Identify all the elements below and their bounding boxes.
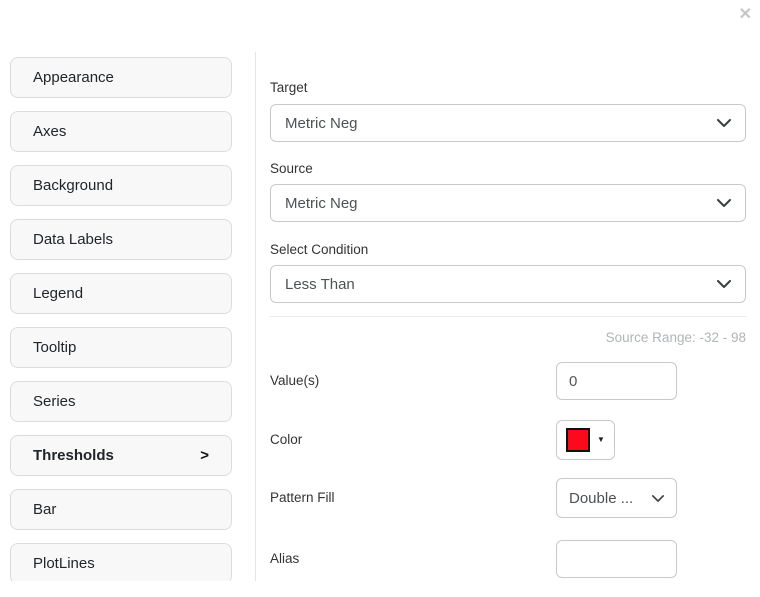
- color-label: Color: [270, 432, 303, 447]
- sidebar-item-axes[interactable]: Axes: [10, 111, 232, 152]
- sidebar-item-label: Axes: [33, 123, 67, 140]
- color-picker-button[interactable]: ▼: [556, 420, 615, 460]
- pattern-fill-label: Pattern Fill: [270, 490, 335, 505]
- color-swatch: [566, 428, 591, 452]
- values-input[interactable]: [556, 362, 677, 400]
- sidebar-item-label: Series: [33, 393, 76, 410]
- target-label: Target: [270, 80, 308, 95]
- values-row: Value(s): [270, 362, 746, 400]
- alias-input[interactable]: [556, 540, 677, 578]
- sidebar-item-thresholds[interactable]: Thresholds >: [10, 435, 232, 476]
- condition-label: Select Condition: [270, 242, 369, 257]
- sidebar: Appearance Axes Background Data Labels L…: [10, 57, 232, 581]
- thresholds-panel: Target Metric Neg Source Metric Neg Sele…: [270, 80, 746, 578]
- sidebar-item-label: PlotLines: [33, 555, 95, 572]
- pattern-fill-value: Double ...: [569, 489, 634, 507]
- sidebar-item-label: Background: [33, 177, 114, 194]
- target-select[interactable]: Metric Neg: [270, 104, 746, 142]
- source-label: Source: [270, 161, 313, 176]
- caret-down-icon: ▼: [597, 435, 605, 444]
- chevron-down-icon: [717, 199, 731, 207]
- sidebar-item-label: Legend: [33, 285, 84, 302]
- condition-select[interactable]: Less Than: [270, 265, 746, 303]
- sidebar-item-label: Data Labels: [33, 231, 114, 248]
- pattern-fill-select[interactable]: Double ...: [556, 478, 677, 518]
- sidebar-item-bar[interactable]: Bar: [10, 489, 232, 530]
- chevron-down-icon: [652, 494, 664, 502]
- source-select[interactable]: Metric Neg: [270, 184, 746, 222]
- values-label: Value(s): [270, 373, 320, 388]
- dialog-body: Appearance Axes Background Data Labels L…: [0, 0, 760, 581]
- sidebar-item-label: Thresholds: [33, 447, 114, 464]
- sidebar-item-tooltip[interactable]: Tooltip: [10, 327, 232, 368]
- sidebar-item-label: Appearance: [33, 69, 114, 86]
- chevron-down-icon: [717, 280, 731, 288]
- sidebar-item-series[interactable]: Series: [10, 381, 232, 422]
- sidebar-item-plotlines[interactable]: PlotLines: [10, 543, 232, 581]
- expand-arrow-icon: >: [200, 447, 209, 464]
- sidebar-item-label: Tooltip: [33, 339, 77, 356]
- vertical-divider: [255, 52, 256, 581]
- pattern-fill-row: Pattern Fill Double ...: [270, 478, 746, 518]
- section-divider: [270, 316, 746, 317]
- sidebar-item-background[interactable]: Background: [10, 165, 232, 206]
- alias-row: Alias: [270, 540, 746, 578]
- color-row: Color ▼: [270, 420, 746, 460]
- sidebar-item-data-labels[interactable]: Data Labels: [10, 219, 232, 260]
- sidebar-item-legend[interactable]: Legend: [10, 273, 232, 314]
- source-select-value: Metric Neg: [285, 194, 358, 212]
- sidebar-item-appearance[interactable]: Appearance: [10, 57, 232, 98]
- chevron-down-icon: [717, 119, 731, 127]
- target-select-value: Metric Neg: [285, 114, 358, 132]
- condition-select-value: Less Than: [285, 275, 355, 293]
- sidebar-item-label: Bar: [33, 501, 57, 518]
- alias-label: Alias: [270, 551, 300, 566]
- source-range-text: Source Range: -32 - 98: [605, 330, 746, 345]
